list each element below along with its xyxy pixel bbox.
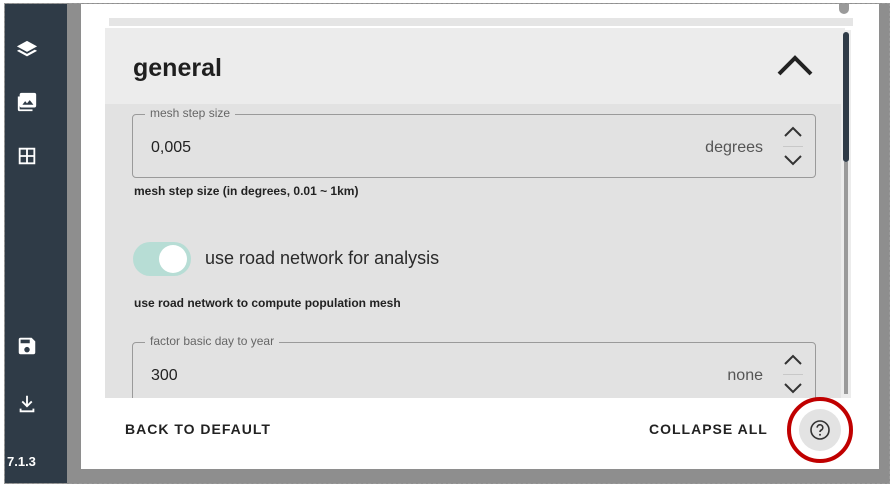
download-icon[interactable] <box>15 392 39 416</box>
decrement-button[interactable] <box>779 149 807 171</box>
mesh-step-unit: degrees <box>705 139 763 156</box>
mesh-step-label: mesh step size <box>145 106 236 120</box>
gallery-icon[interactable] <box>15 90 39 114</box>
chevron-up-icon <box>784 354 802 365</box>
settings-dialog: general mesh step size 0,005 degrees mes… <box>81 4 879 469</box>
help-button[interactable] <box>799 409 841 451</box>
previous-panel-edge <box>109 18 853 26</box>
backdrop-right <box>879 4 889 483</box>
toggle-knob <box>159 245 187 273</box>
increment-button[interactable] <box>779 349 807 371</box>
factor-label: factor basic day to year <box>145 334 280 348</box>
panel-body: mesh step size 0,005 degrees mesh step s… <box>105 104 845 398</box>
table-icon[interactable] <box>15 144 39 168</box>
panel-title: general <box>133 54 222 82</box>
factor-unit: none <box>727 367 763 384</box>
road-network-toggle[interactable] <box>133 242 191 276</box>
decrement-button[interactable] <box>779 377 807 398</box>
scrollbar-track <box>844 162 848 394</box>
chevron-down-icon <box>784 155 802 166</box>
panel-header[interactable]: general <box>105 28 845 104</box>
sidebar: 7.1.3 <box>5 4 67 483</box>
chevron-down-icon <box>784 383 802 394</box>
stepper-divider <box>783 146 803 147</box>
factor-value[interactable]: 300 <box>151 367 178 385</box>
factor-field[interactable]: factor basic day to year 300 none <box>132 334 816 398</box>
increment-button[interactable] <box>779 121 807 143</box>
backdrop-bottom <box>67 469 889 483</box>
mesh-step-value[interactable]: 0,005 <box>151 139 191 157</box>
chevron-up-icon <box>784 126 802 137</box>
app-frame: 7.1.3 general mesh step size 0,005 degre… <box>4 3 890 484</box>
stepper-divider <box>783 374 803 375</box>
layers-icon[interactable] <box>15 38 39 62</box>
scrollbar-thumb[interactable] <box>843 32 849 162</box>
back-to-default-button[interactable]: BACK TO DEFAULT <box>125 421 271 437</box>
scrollbar[interactable] <box>841 30 851 398</box>
panel-scroll-area[interactable]: general mesh step size 0,005 degrees mes… <box>105 28 853 398</box>
mesh-step-stepper[interactable] <box>779 121 807 173</box>
road-network-hint: use road network to compute population m… <box>134 296 401 310</box>
mesh-step-hint: mesh step size (in degrees, 0.01 ~ 1km) <box>134 184 359 198</box>
help-icon <box>810 420 830 440</box>
collapse-all-button[interactable]: COLLAPSE ALL <box>649 421 768 437</box>
scroll-nub <box>839 4 849 14</box>
mesh-step-field[interactable]: mesh step size 0,005 degrees <box>132 106 816 178</box>
road-network-label[interactable]: use road network for analysis <box>205 248 439 269</box>
gutter <box>67 4 81 483</box>
version-label: 7.1.3 <box>7 454 36 469</box>
save-icon[interactable] <box>15 334 39 358</box>
factor-stepper[interactable] <box>779 349 807 398</box>
chevron-up-icon[interactable] <box>773 46 817 82</box>
